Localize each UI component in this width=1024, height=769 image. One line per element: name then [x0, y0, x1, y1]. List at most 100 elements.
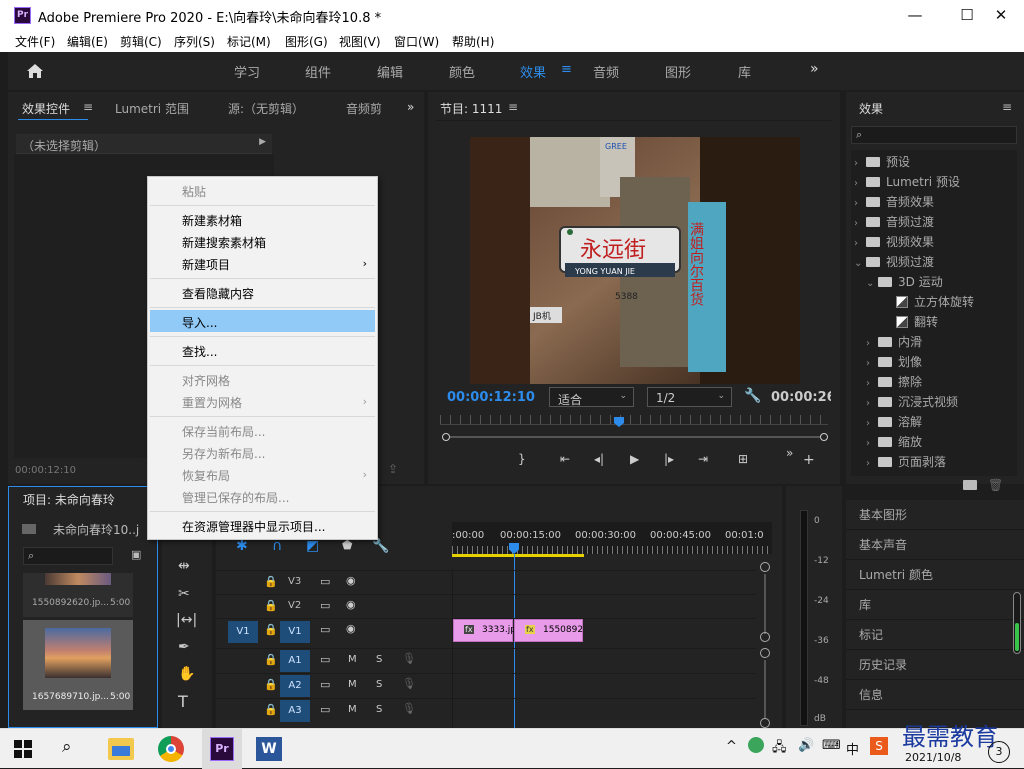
- film-icon[interactable]: ▭: [320, 678, 330, 691]
- panel-info[interactable]: 信息: [859, 686, 883, 703]
- tree-item-iris[interactable]: › 划像: [866, 353, 922, 370]
- keyboard-icon[interactable]: ⌨: [822, 738, 841, 753]
- source-patch-v1[interactable]: V1: [228, 621, 258, 643]
- lock-icon[interactable]: 🔒: [264, 575, 278, 588]
- microphone-icon[interactable]: 🎙: [402, 702, 416, 715]
- network-icon[interactable]: 🖧: [772, 738, 787, 760]
- more-tabs-icon[interactable]: »: [407, 100, 414, 114]
- tree-item-audio-effects[interactable]: › 音频效果: [854, 193, 934, 210]
- type-tool-icon[interactable]: T: [178, 692, 188, 711]
- menu-item-view-hidden[interactable]: 查看隐藏内容: [182, 285, 254, 302]
- side-scrollbar[interactable]: [1013, 592, 1021, 654]
- menu-item-import[interactable]: 导入...: [182, 314, 217, 331]
- workspace-tab-libraries[interactable]: 库: [738, 62, 751, 81]
- lock-icon[interactable]: 🔒: [264, 678, 278, 691]
- track-label[interactable]: A3: [280, 700, 310, 722]
- workspace-tab-learn[interactable]: 学习: [234, 62, 260, 81]
- panel-markers[interactable]: 标记: [859, 626, 883, 643]
- program-current-timecode[interactable]: 00:00:12:10: [447, 390, 535, 405]
- fit-dropdown[interactable]: 适合 ⌄: [549, 387, 634, 407]
- tab-lumetri-scopes[interactable]: Lumetri 范围: [115, 100, 189, 117]
- tree-item-3d-motion[interactable]: ⌄ 3D 运动: [866, 273, 943, 290]
- ripple-edit-tool-icon[interactable]: ⇹: [178, 558, 190, 574]
- tree-item-wipe[interactable]: › 擦除: [866, 373, 922, 390]
- panel-menu-icon[interactable]: ≡: [83, 100, 93, 114]
- search-icon[interactable]: ⌕: [62, 737, 92, 765]
- menu-clip[interactable]: 剪辑(C): [120, 33, 162, 50]
- project-title[interactable]: 项目: 未命向春玲: [23, 491, 123, 508]
- panel-lumetri-color[interactable]: Lumetri 颜色: [859, 566, 933, 583]
- tree-item-flip[interactable]: 翻转: [896, 313, 938, 330]
- lock-icon[interactable]: 🔒: [264, 599, 278, 612]
- film-icon[interactable]: ▭: [320, 599, 330, 612]
- notification-badge[interactable]: 3: [988, 741, 1010, 763]
- playhead-icon[interactable]: [614, 417, 624, 427]
- tree-item-presets[interactable]: › 预设: [854, 153, 910, 170]
- lock-icon[interactable]: 🔒: [264, 653, 278, 666]
- menu-graphics[interactable]: 图形(G): [285, 33, 328, 50]
- menu-item-align-grid[interactable]: 对齐网格: [182, 372, 230, 389]
- film-icon[interactable]: ▭: [320, 703, 330, 716]
- film-icon[interactable]: ▭: [320, 653, 330, 666]
- close-button[interactable]: ✕: [978, 4, 1024, 26]
- menu-marker[interactable]: 标记(M): [227, 33, 271, 50]
- tree-item-video-transitions[interactable]: ⌄ 视频过渡: [854, 253, 934, 270]
- timeline-settings-icon[interactable]: 🔧: [372, 538, 389, 554]
- menu-item-new-search-bin[interactable]: 新建搜索素材箱: [182, 234, 266, 251]
- find-icon[interactable]: ▣: [131, 548, 141, 561]
- tree-item-page-peel[interactable]: › 页面剥落: [866, 453, 946, 470]
- go-to-out-icon[interactable]: ⇥: [698, 452, 708, 466]
- tab-source[interactable]: 源:（无剪辑）: [228, 100, 304, 117]
- lock-icon[interactable]: 🔒: [264, 703, 278, 716]
- trash-icon[interactable]: 🗑: [988, 478, 1003, 492]
- minimize-button[interactable]: —: [892, 4, 938, 26]
- timeline-clip-2[interactable]: fx 1550892: [514, 619, 583, 642]
- chevron-up-icon[interactable]: ^: [726, 739, 737, 754]
- tree-item-video-effects[interactable]: › 视频效果: [854, 233, 934, 250]
- nest-icon[interactable]: ✱: [236, 538, 248, 554]
- word-icon[interactable]: W: [256, 737, 282, 761]
- timeline-vscroll[interactable]: [760, 562, 770, 728]
- play-icon[interactable]: ▶: [630, 452, 639, 466]
- effects-search-input[interactable]: ⌕: [851, 126, 1017, 144]
- work-area-bar[interactable]: [452, 554, 584, 557]
- shield-icon[interactable]: [748, 737, 764, 753]
- workspace-tab-color[interactable]: 颜色: [449, 62, 475, 81]
- panel-libraries[interactable]: 库: [859, 596, 871, 613]
- program-ruler[interactable]: [440, 415, 828, 425]
- menu-view[interactable]: 视图(V): [339, 33, 381, 50]
- ime-indicator[interactable]: 中: [846, 739, 859, 758]
- project-item-1[interactable]: 1550892620.jp... 5:00: [23, 573, 133, 617]
- more-workspaces-icon[interactable]: »: [810, 61, 819, 77]
- track-label[interactable]: V1: [280, 621, 310, 643]
- step-forward-icon[interactable]: |▸: [664, 452, 674, 466]
- tree-item-slide[interactable]: › 内滑: [866, 333, 922, 350]
- solo-button[interactable]: S: [376, 654, 382, 665]
- mute-button[interactable]: M: [348, 654, 357, 665]
- menu-item-reset-grid[interactable]: 重置为网格: [182, 394, 242, 411]
- workspace-tab-editing[interactable]: 编辑: [377, 62, 403, 81]
- menu-window[interactable]: 窗口(W): [394, 33, 439, 50]
- eye-icon[interactable]: ◉: [346, 574, 356, 587]
- tree-item-lumetri-presets[interactable]: › Lumetri 预设: [854, 173, 960, 190]
- track-label[interactable]: A1: [280, 650, 310, 672]
- mute-button[interactable]: M: [348, 704, 357, 715]
- effects-title[interactable]: 效果: [859, 100, 883, 117]
- solo-button[interactable]: S: [376, 679, 382, 690]
- menu-item-find[interactable]: 查找...: [182, 343, 217, 360]
- menu-item-restore-layout[interactable]: 恢复布局: [182, 467, 230, 484]
- effects-menu-icon[interactable]: ≡: [1002, 100, 1012, 114]
- linked-selection-icon[interactable]: ◩: [306, 538, 319, 554]
- menu-item-new-bin[interactable]: 新建素材箱: [182, 212, 242, 229]
- workspace-menu-icon[interactable]: ≡: [561, 62, 572, 77]
- eye-icon[interactable]: ◉: [346, 598, 356, 611]
- tree-item-zoom[interactable]: › 缩放: [866, 433, 922, 450]
- step-back-icon[interactable]: ◂|: [594, 452, 604, 466]
- menu-edit[interactable]: 编辑(E): [67, 33, 108, 50]
- program-title[interactable]: 节目: 1111: [440, 100, 502, 117]
- track-label[interactable]: A2: [280, 675, 310, 697]
- mute-button[interactable]: M: [348, 679, 357, 690]
- new-bin-icon[interactable]: [963, 480, 977, 490]
- tree-item-audio-transitions[interactable]: › 音频过渡: [854, 213, 934, 230]
- snap-icon[interactable]: ∩: [272, 538, 282, 554]
